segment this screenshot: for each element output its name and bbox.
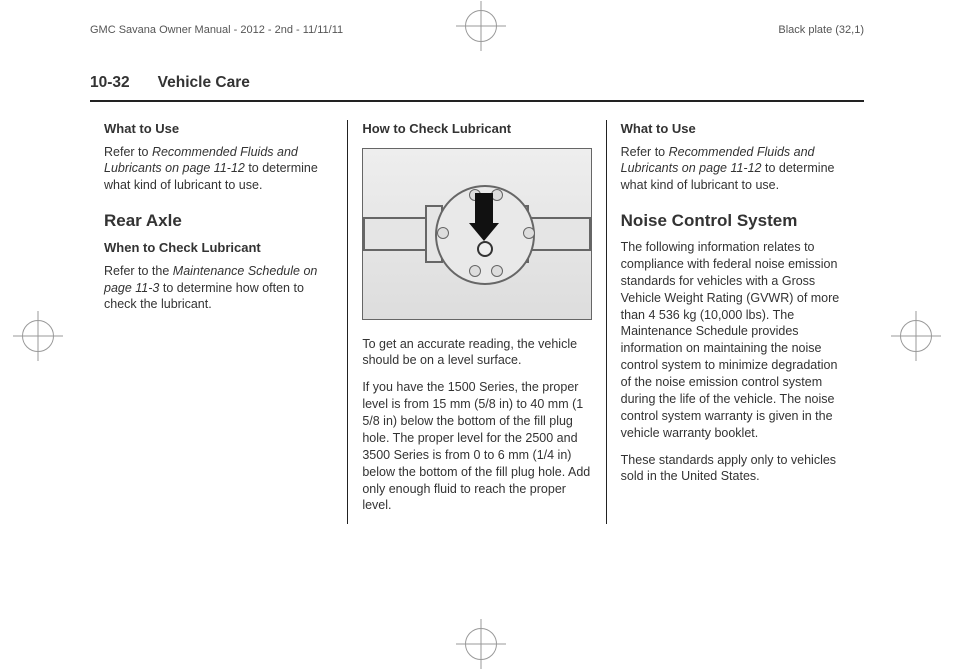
rear-axle-diagram (362, 148, 591, 320)
col3-para-3: These standards apply only to vehicles s… (621, 452, 850, 486)
manual-title: GMC Savana Owner Manual - 2012 - 2nd - 1… (90, 24, 343, 36)
column-2: How to Check Lubricant To get an accurat… (347, 120, 605, 524)
col3-para-1: Refer to Recommended Fluids and Lubrican… (621, 144, 850, 195)
header-rule (90, 100, 864, 102)
plate-info: Black plate (32,1) (778, 24, 864, 36)
col3-heading-noise-control: Noise Control System (621, 210, 850, 233)
text: Refer to (104, 145, 152, 159)
three-column-layout: What to Use Refer to Recommended Fluids … (90, 120, 864, 524)
print-header: GMC Savana Owner Manual - 2012 - 2nd - 1… (90, 24, 864, 36)
registration-mark-left (22, 320, 54, 352)
col2-para-1: To get an accurate reading, the vehicle … (362, 336, 591, 370)
registration-mark-right (900, 320, 932, 352)
registration-mark-bottom (465, 628, 497, 660)
col1-para-2: Refer to the Maintenance Schedule on pag… (104, 263, 333, 314)
column-1: What to Use Refer to Recommended Fluids … (90, 120, 347, 524)
fill-plug-arrow-icon (475, 193, 493, 227)
section-header: 10-32 Vehicle Care (90, 74, 864, 98)
text: Refer to the (104, 264, 173, 278)
col1-heading-when-to-check: When to Check Lubricant (104, 239, 333, 257)
page-content: 10-32 Vehicle Care What to Use Refer to … (90, 74, 864, 524)
fill-plug-icon (477, 241, 493, 257)
col3-heading-what-to-use: What to Use (621, 120, 850, 138)
col1-heading-rear-axle: Rear Axle (104, 210, 333, 233)
col3-para-2: The following information relates to com… (621, 239, 850, 442)
col1-para-1: Refer to Recommended Fluids and Lubrican… (104, 144, 333, 195)
column-3: What to Use Refer to Recommended Fluids … (606, 120, 864, 524)
page-number: 10-32 (90, 74, 130, 92)
col1-heading-what-to-use: What to Use (104, 120, 333, 138)
section-title: Vehicle Care (158, 74, 250, 92)
col2-para-2: If you have the 1500 Series, the proper … (362, 379, 591, 514)
text: Refer to (621, 145, 669, 159)
col2-heading-how-to-check: How to Check Lubricant (362, 120, 591, 138)
